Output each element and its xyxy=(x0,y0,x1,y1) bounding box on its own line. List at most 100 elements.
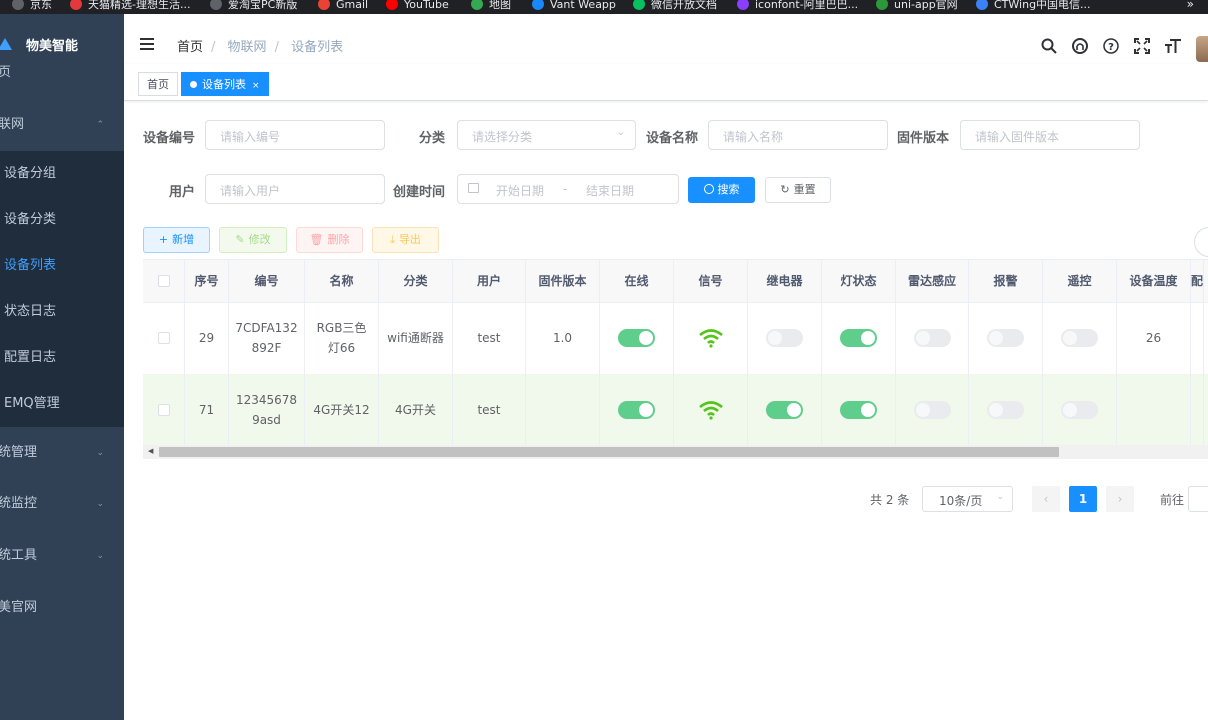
goto-page-input[interactable] xyxy=(1188,486,1208,512)
breadcrumb-item[interactable]: 首页 xyxy=(177,40,203,55)
code-value: 7CDFA132892F xyxy=(235,321,298,355)
sidebar-item[interactable]: 美官网 xyxy=(0,585,124,631)
avatar[interactable] xyxy=(1196,36,1208,62)
tag-label: 设备列表 xyxy=(202,78,246,91)
column-header[interactable]: 继电器 xyxy=(748,260,822,302)
page-size-select[interactable]: 10条/页 ⌄ xyxy=(922,486,1013,512)
sidebar-item[interactable]: 统监控 ⌄ xyxy=(0,481,124,527)
column-header[interactable]: 雷达感应 xyxy=(896,260,969,302)
column-header[interactable]: 分类 xyxy=(379,260,453,302)
bookmark-item[interactable]: uni-app官网 xyxy=(876,0,958,13)
search-icon[interactable] xyxy=(1040,38,1058,56)
bookmark-item[interactable]: Vant Weapp xyxy=(532,0,616,13)
tag-home[interactable]: 首页 xyxy=(138,72,178,96)
row-checkbox[interactable] xyxy=(157,404,170,416)
bookmark-item[interactable]: iconfont-阿里巴巴... xyxy=(737,0,858,13)
radar-switch[interactable] xyxy=(913,401,951,419)
device-no-label: 设备编号 xyxy=(143,131,196,146)
sidebar-item-label: 状态日志 xyxy=(4,304,57,319)
column-header[interactable]: 在线 xyxy=(600,260,674,302)
bookmark-item[interactable]: 微信开放文档 xyxy=(633,0,717,13)
close-icon[interactable]: × xyxy=(252,81,260,91)
alarm-switch[interactable] xyxy=(987,401,1024,419)
end-date-input[interactable]: 结束日期 xyxy=(586,182,634,199)
hamburger-icon[interactable] xyxy=(140,38,154,53)
search-button[interactable]: 搜索 xyxy=(688,177,755,203)
category-select[interactable]: 请选择分类 ⌄ xyxy=(457,120,636,150)
bookmark-item[interactable]: YouTube xyxy=(386,0,449,13)
sidebar-item[interactable]: 页 xyxy=(0,50,124,96)
horizontal-scrollbar[interactable]: ◀ xyxy=(143,445,1208,459)
sidebar-item[interactable]: 设备分组 xyxy=(0,151,124,197)
column-header[interactable]: 设备温度 xyxy=(1117,260,1191,302)
bookmark-item[interactable]: 天猫精选-理想生活... xyxy=(70,0,190,13)
sidebar-item[interactable]: 设备分类 xyxy=(0,197,124,243)
column-header[interactable]: 固件版本 xyxy=(526,260,600,302)
next-page-button[interactable]: › xyxy=(1106,486,1134,512)
sidebar-item[interactable]: 统工具 ⌄ xyxy=(0,533,124,579)
remote-switch[interactable] xyxy=(1061,329,1098,347)
add-button[interactable]: + 新增 xyxy=(143,227,210,253)
firmware-input[interactable]: 请输入固件版本 xyxy=(960,120,1140,150)
table-row[interactable]: 29 7CDFA132892F RGB三色灯66 wifi通断器 test 1.0 26 xyxy=(143,302,1208,375)
sidebar-item[interactable]: 状态日志 xyxy=(0,289,124,335)
chevron-up-icon: ⌃ xyxy=(96,120,104,130)
bookmark-item[interactable]: 地图 xyxy=(471,0,511,13)
add-button-label: 新增 xyxy=(172,233,195,246)
reset-button[interactable]: ↻ 重置 xyxy=(765,177,831,203)
light-switch[interactable] xyxy=(840,329,877,347)
column-header[interactable]: 信号 xyxy=(674,260,748,302)
sidebar-item-label: EMQ管理 xyxy=(4,396,60,411)
relay-switch[interactable] xyxy=(766,329,803,347)
column-header[interactable]: 报警 xyxy=(969,260,1043,302)
font-size-icon[interactable] xyxy=(1164,38,1182,56)
sidebar-item[interactable]: EMQ管理 xyxy=(0,381,124,427)
scrollbar-thumb[interactable] xyxy=(159,447,1059,457)
remote-switch[interactable] xyxy=(1061,401,1098,419)
column-header[interactable]: 遥控 xyxy=(1043,260,1117,302)
sidebar-item[interactable]: 联网 ⌃ xyxy=(0,102,124,148)
help-icon[interactable]: ? xyxy=(1102,38,1120,56)
device-name-input[interactable]: 请输入名称 xyxy=(708,120,888,150)
device-no-input[interactable]: 请输入编号 xyxy=(205,120,385,150)
column-header[interactable]: 配 xyxy=(1191,260,1205,302)
alarm-switch[interactable] xyxy=(987,329,1024,347)
start-date-input[interactable]: 开始日期 xyxy=(496,182,544,199)
light-switch[interactable] xyxy=(840,401,877,419)
delete-button[interactable]: 🗑 删除 xyxy=(296,227,363,253)
radar-switch[interactable] xyxy=(913,329,951,347)
scroll-left-icon[interactable]: ◀ xyxy=(148,447,153,455)
sidebar-item[interactable]: 设备列表 xyxy=(0,243,124,289)
user-input[interactable]: 请输入用户 xyxy=(205,174,385,204)
table-row[interactable]: 71 123456789asd 4G开关12 4G开关 test xyxy=(143,374,1208,447)
select-all-checkbox[interactable] xyxy=(157,275,170,287)
tag-device-list[interactable]: 设备列表 × xyxy=(181,72,269,96)
online-switch[interactable] xyxy=(618,401,655,419)
column-header[interactable]: 编号 xyxy=(229,260,305,302)
export-button[interactable]: ⤓ 导出 xyxy=(372,227,439,253)
wechat-icon xyxy=(633,0,645,10)
sidebar-item[interactable]: 配置日志 xyxy=(0,335,124,381)
prev-page-button[interactable]: ‹ xyxy=(1032,486,1060,512)
column-header[interactable]: 序号 xyxy=(185,260,229,302)
bookmark-item[interactable]: CTWing中国电信... xyxy=(976,0,1091,13)
table-cell xyxy=(969,302,1043,374)
column-header[interactable]: 灯状态 xyxy=(822,260,896,302)
page-1-button[interactable]: 1 xyxy=(1069,486,1097,512)
github-icon[interactable] xyxy=(1071,38,1089,56)
bookmark-item[interactable]: 爱淘宝PC新版 xyxy=(210,0,297,13)
bookmark-item[interactable]: 京东 xyxy=(12,0,52,13)
table-cell xyxy=(748,374,822,446)
date-range-picker[interactable]: 开始日期 - 结束日期 xyxy=(457,174,679,204)
bookmark-item[interactable]: Gmail xyxy=(318,0,368,13)
column-header[interactable]: 名称 xyxy=(305,260,379,302)
row-checkbox[interactable] xyxy=(157,332,170,344)
edit-button[interactable]: ✎ 修改 xyxy=(219,227,287,253)
relay-switch[interactable] xyxy=(766,401,803,419)
sidebar-item[interactable]: 统管理 ⌄ xyxy=(0,430,124,476)
refresh-icon[interactable] xyxy=(1194,227,1208,257)
online-switch[interactable] xyxy=(618,329,655,347)
more-bookmarks-icon[interactable]: » xyxy=(1187,0,1194,11)
fullscreen-icon[interactable] xyxy=(1133,38,1151,56)
column-header[interactable]: 用户 xyxy=(453,260,526,302)
